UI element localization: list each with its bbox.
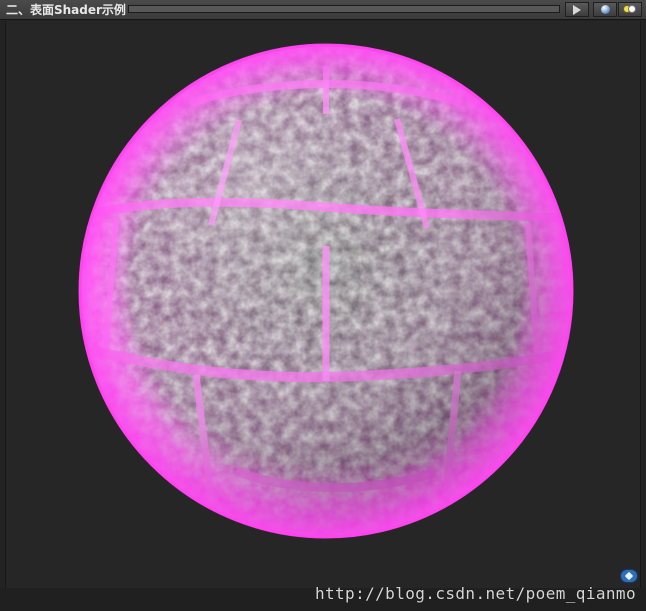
preview-shape-button[interactable] (593, 2, 617, 17)
preview-header: 二、表面Shader示例 (0, 0, 646, 20)
material-preview-window: 二、表面Shader示例 http://blog.csdn.net/poem_q… (0, 0, 646, 611)
sphere-icon (600, 5, 610, 14)
blog-watermark: http://blog.csdn.net/poem_qianmo (314, 584, 636, 603)
window-title: 二、表面Shader示例 (6, 3, 126, 17)
header-drag-bar[interactable] (128, 5, 560, 13)
play-icon (573, 4, 581, 15)
preview-viewport[interactable] (5, 21, 641, 588)
tag-icon (620, 569, 638, 583)
lights-icon (623, 5, 637, 14)
play-button[interactable] (565, 2, 589, 17)
sphere-preview (78, 43, 574, 539)
preview-lights-button[interactable] (618, 2, 642, 17)
